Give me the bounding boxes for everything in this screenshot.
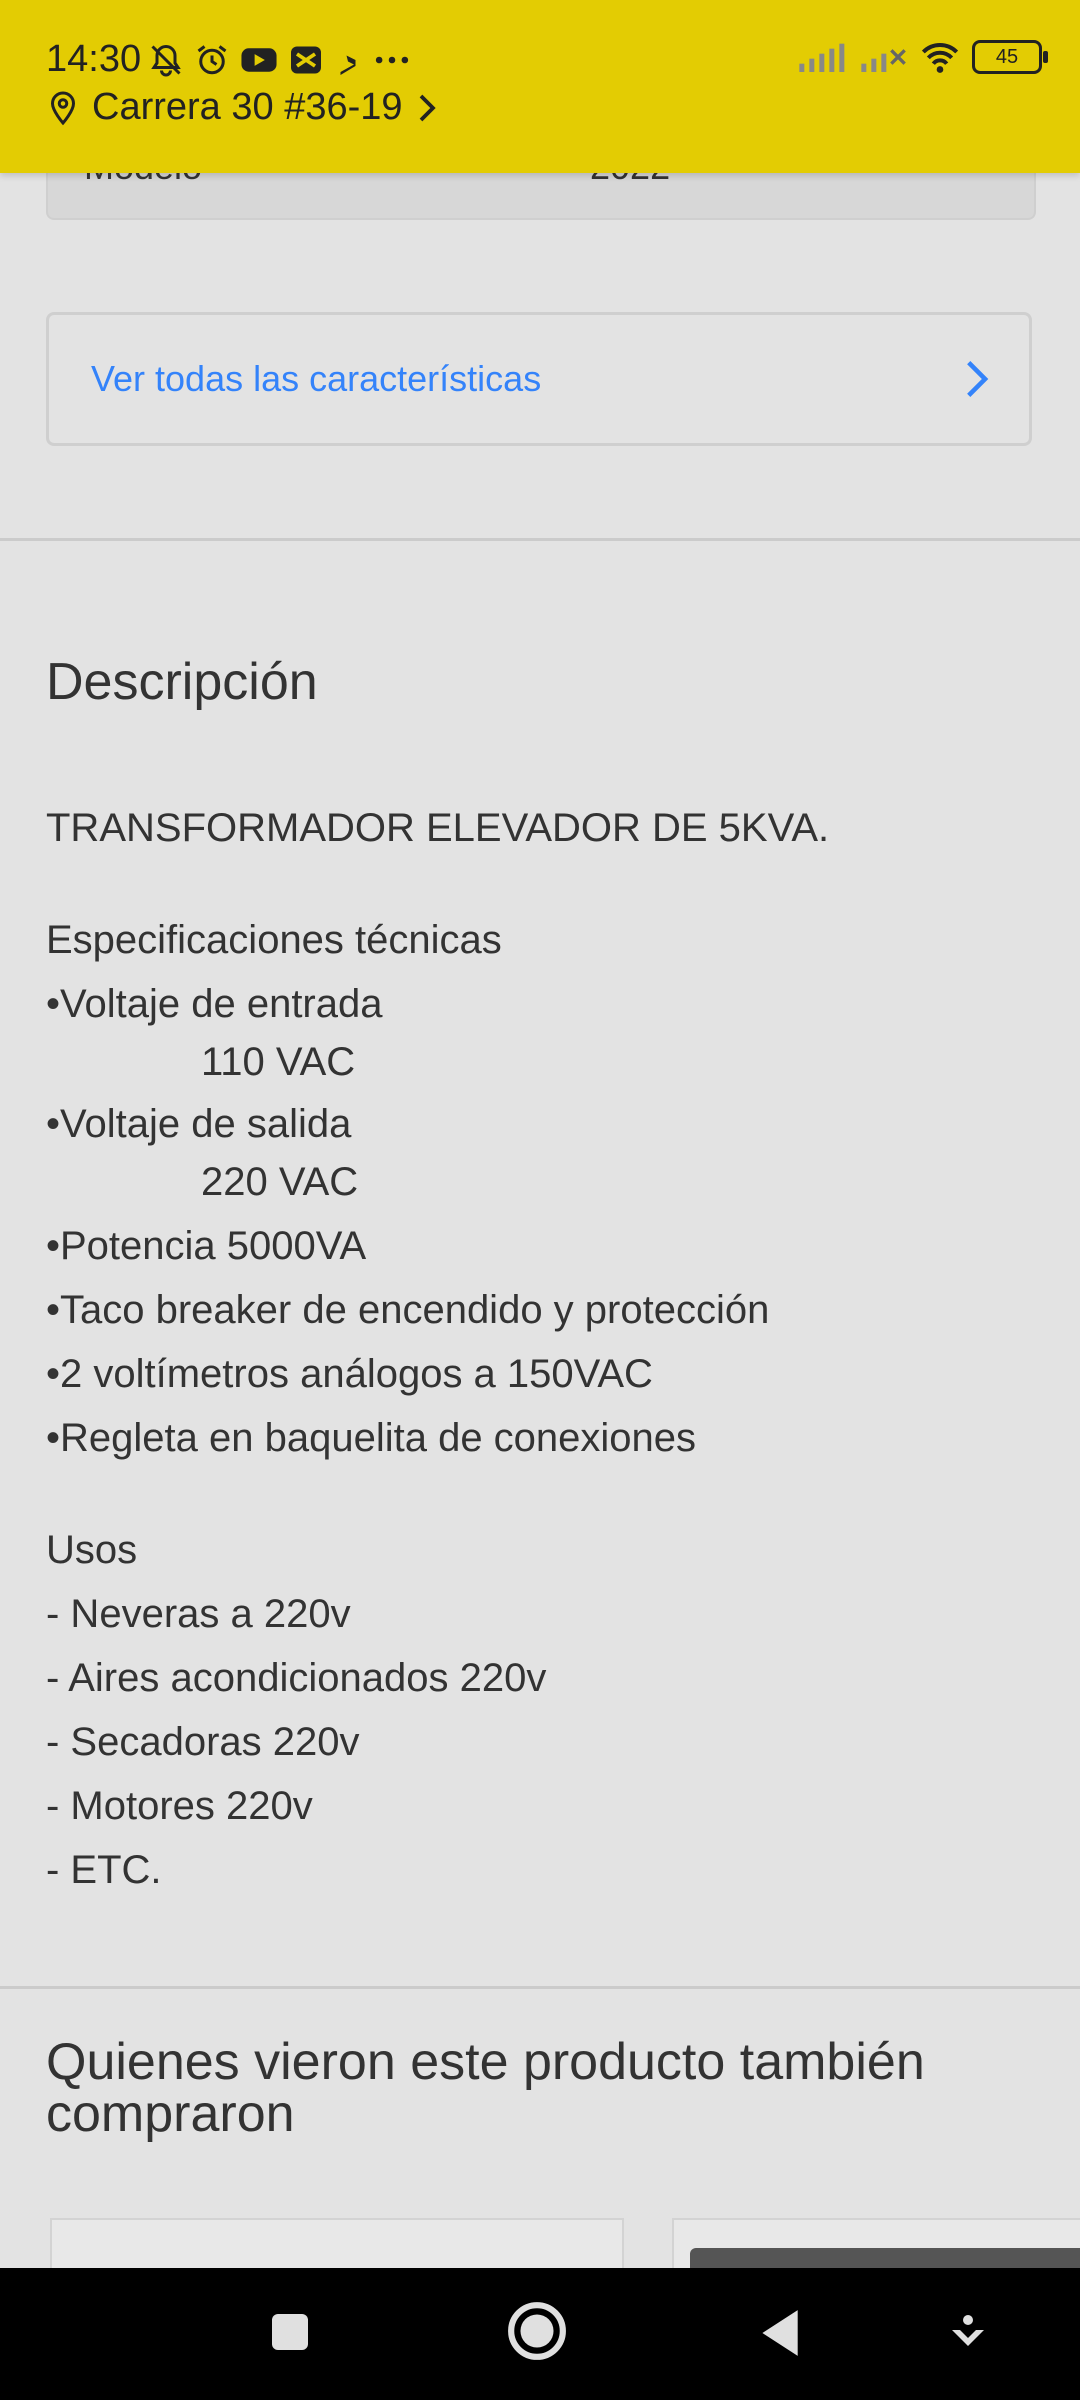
status-notification-icons xyxy=(148,38,412,82)
battery-indicator: 45 xyxy=(972,40,1048,74)
home-icon[interactable] xyxy=(506,2300,568,2362)
description-line: 110 VAC xyxy=(201,1040,356,1084)
description-line: - Secadoras 220v xyxy=(46,1720,360,1764)
signal-icon xyxy=(861,49,906,72)
youtube-icon xyxy=(241,48,277,72)
description-line: •Voltaje de entrada xyxy=(46,982,383,1026)
description-line: - Aires acondicionados 220v xyxy=(46,1656,547,1700)
location-text: Carrera 30 #36-19 xyxy=(92,86,403,128)
product-card[interactable] xyxy=(50,2218,624,2270)
description-line: •2 voltímetros análogos a 150VAC xyxy=(46,1352,653,1396)
signal-icon xyxy=(799,43,845,72)
product-image xyxy=(690,2248,1080,2268)
bing-icon xyxy=(340,45,356,75)
see-all-features-label: Ver todas las características xyxy=(91,358,542,399)
wifi-icon xyxy=(921,43,959,73)
see-all-features-button[interactable]: Ver todas las características xyxy=(46,312,1032,446)
description-line: TRANSFORMADOR ELEVADOR DE 5KVA. xyxy=(46,806,830,850)
status-system-icons: 45 xyxy=(796,40,1048,74)
status-time: 14:30 xyxy=(46,38,142,80)
description-line: •Voltaje de salida xyxy=(46,1102,352,1146)
back-icon[interactable] xyxy=(756,2306,802,2360)
description-line: 220 VAC xyxy=(201,1160,359,1204)
description-line: •Potencia 5000VA xyxy=(46,1224,367,1268)
section-divider xyxy=(0,1986,1080,1989)
chevron-right-icon xyxy=(419,94,436,121)
system-navigation-bar xyxy=(0,2268,1080,2400)
top-header: 14:30 45 Carrera 30 #36-19 xyxy=(0,0,1080,173)
recommendations-title: Quienes vieron este producto también com… xyxy=(46,2033,925,2143)
chevron-right-icon xyxy=(967,361,989,397)
app-icon xyxy=(291,46,321,74)
mute-icon xyxy=(151,44,181,77)
location-pin-icon xyxy=(50,90,76,125)
section-divider xyxy=(0,538,1080,541)
description-line: - ETC. xyxy=(46,1848,162,1892)
delivery-location[interactable]: Carrera 30 #36-19 xyxy=(48,86,437,129)
alarm-icon xyxy=(197,45,227,75)
more-icon xyxy=(375,56,409,64)
assist-icon[interactable] xyxy=(948,2312,988,2356)
description-line: Especificaciones técnicas xyxy=(46,918,502,962)
description-line: - Neveras a 220v xyxy=(46,1592,351,1636)
description-title: Descripción xyxy=(46,653,318,711)
description-line: Usos xyxy=(46,1528,138,1572)
description-line: •Taco breaker de encendido y protección xyxy=(46,1288,770,1332)
description-line: •Regleta en baquelita de conexiones xyxy=(46,1416,697,1460)
recents-icon[interactable] xyxy=(266,2308,314,2356)
description-line: - Motores 220v xyxy=(46,1784,313,1828)
